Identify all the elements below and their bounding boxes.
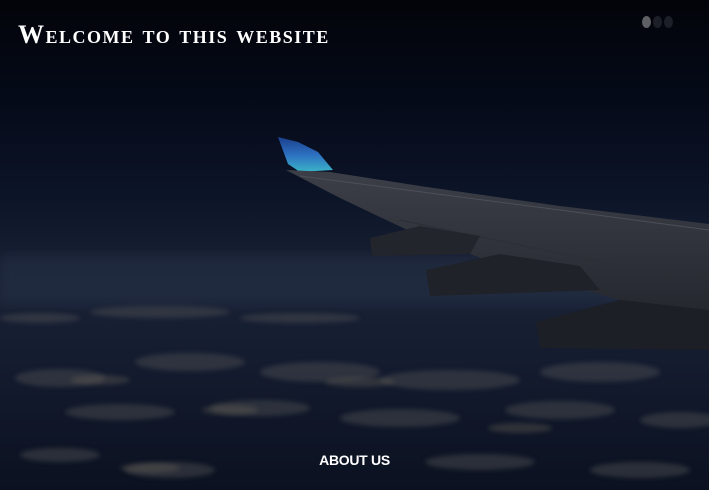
slider-pagination: [642, 16, 673, 28]
page-title: Welcome to this website: [18, 20, 330, 49]
slide-dot-2[interactable]: [653, 16, 662, 28]
hero-section: Welcome to this website ABOUT US: [0, 0, 709, 490]
airplane-wing-image: [0, 0, 709, 490]
slide-dot-3[interactable]: [664, 16, 673, 28]
about-us-link[interactable]: ABOUT US: [0, 452, 709, 468]
slide-dot-1[interactable]: [642, 16, 651, 28]
